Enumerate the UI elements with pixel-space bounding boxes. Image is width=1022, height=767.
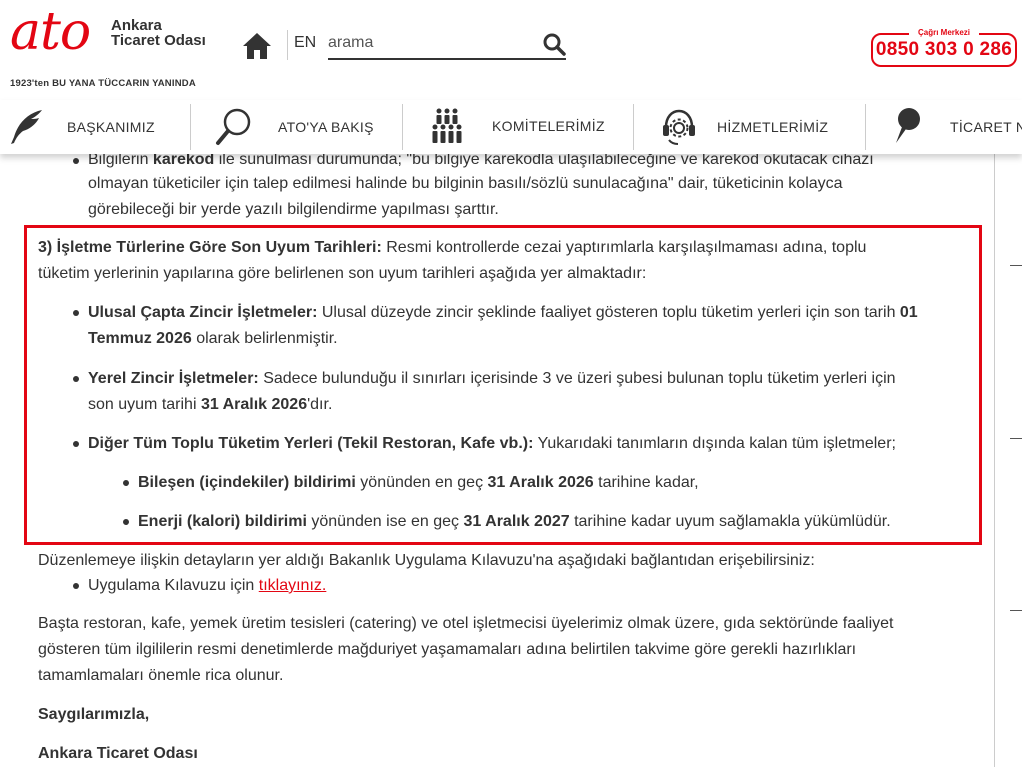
top-bullet-line3: görebileceği bir yerde yazılı bilgilendi…	[88, 201, 499, 218]
search-icon[interactable]	[542, 32, 566, 56]
bullet-local-chain-line1: Yerel Zincir İşletmeler: Sadece bulunduğ…	[88, 370, 896, 387]
logo-name-line1: Ankara	[111, 17, 162, 34]
bullet-national-chain-line2: Temmuz 2026 olarak belirlenmiştir.	[88, 330, 338, 347]
nav-label-komitelerimiz: KOMİTELERİMİZ	[492, 118, 605, 134]
nav-label-ticaret: TİCARET N	[950, 119, 1022, 135]
site-header: ato Ankara Ticaret Odası 1923'ten BU YAN…	[0, 0, 1022, 100]
closing-line3: tamamlamaları önemle rica olunur.	[38, 667, 284, 684]
regards: Saygılarımızla,	[38, 706, 150, 723]
bullet-national-chain-line1: Ulusal Çapta Zincir İşletmeler: Ulusal d…	[88, 304, 918, 321]
logo-organization-name: Ankara Ticaret Odası	[111, 18, 206, 48]
call-center-number: 0850 303 0 286	[875, 39, 1013, 60]
section3-heading-line1: 3) İşletme Türlerine Göre Son Uyum Tarih…	[38, 239, 867, 256]
top-bullet-line2: olmayan tüketiciler için talep edilmesi …	[88, 175, 843, 192]
guide-item: Uygulama Kılavuzu için tıklayınız.	[88, 577, 327, 594]
nav-item-atoya-bakis[interactable]: ATO'YA BAKIŞ	[215, 100, 374, 154]
search-input[interactable]	[328, 30, 528, 56]
sub-bullet-ingredients: Bileşen (içindekiler) bildirimi yönünden…	[138, 474, 699, 491]
people-group-icon	[430, 107, 464, 147]
call-center-badge[interactable]: Çağrı Merkezi 0850 303 0 286	[871, 28, 1017, 67]
sub-bullet-energy: Enerji (kalori) bildirimi yönünden ise e…	[138, 513, 891, 530]
nav-item-komitelerimiz[interactable]: KOMİTELERİMİZ	[430, 100, 605, 154]
bullet-dot	[73, 158, 79, 164]
section3-heading-line2: tüketim yerlerinin yapılarına göre belir…	[38, 265, 647, 282]
nav-divider	[865, 104, 866, 150]
bullet-dot	[73, 583, 79, 589]
pin-icon	[893, 107, 923, 147]
nav-item-ticaret[interactable]: TİCARET N	[893, 100, 1022, 154]
call-center-label: Çağrı Merkezi	[909, 28, 979, 37]
nav-label-baskanimiz: BAŞKANIMIZ	[67, 119, 155, 135]
bullet-dot	[123, 480, 129, 486]
logo-slogan: 1923'ten BU YANA TÜCCARIN YANINDA	[10, 78, 196, 89]
logo-name-line2: Ticaret Odası	[111, 32, 206, 49]
language-switch[interactable]: EN	[287, 30, 316, 60]
support-headset-icon	[660, 107, 698, 147]
signature: Ankara Ticaret Odası	[38, 745, 198, 762]
nav-label-atoya-bakis: ATO'YA BAKIŞ	[278, 119, 374, 135]
bullet-dot	[123, 519, 129, 525]
main-navigation: BAŞKANIMIZ ATO'YA BAKIŞ KOMİTELERİMİZ Hİ…	[0, 100, 1022, 154]
nav-divider	[402, 104, 403, 150]
magnifier-icon	[215, 107, 255, 147]
nav-label-hizmetlerimiz: HİZMETLERİMİZ	[717, 119, 829, 135]
guide-link[interactable]: tıklayınız.	[259, 577, 327, 594]
bullet-dot	[73, 441, 79, 447]
nav-divider	[633, 104, 634, 150]
bullet-other-places: Diğer Tüm Toplu Tüketim Yerleri (Tekil R…	[88, 435, 896, 452]
search-box	[328, 30, 566, 60]
nav-divider	[190, 104, 191, 150]
quill-icon	[6, 107, 46, 147]
closing-line2: gösteren tüm ilgililerin resmi denetimle…	[38, 641, 857, 658]
closing-line1: Başta restoran, kafe, yemek üretim tesis…	[38, 615, 894, 632]
nav-item-baskanimiz[interactable]: BAŞKANIMIZ	[6, 100, 155, 154]
bullet-dot	[73, 310, 79, 316]
logo-wordmark: ato	[10, 2, 91, 62]
guide-intro: Düzenlemeye ilişkin detayların yer aldığ…	[38, 552, 815, 569]
bullet-local-chain-line2: son uyum tarihi 31 Aralık 2026'dır.	[88, 396, 333, 413]
bullet-dot	[73, 376, 79, 382]
ato-logo[interactable]: ato Ankara Ticaret Odası 1923'ten BU YAN…	[0, 0, 215, 95]
nav-item-hizmetlerimiz[interactable]: HİZMETLERİMİZ	[660, 100, 828, 154]
home-icon[interactable]	[241, 31, 273, 61]
